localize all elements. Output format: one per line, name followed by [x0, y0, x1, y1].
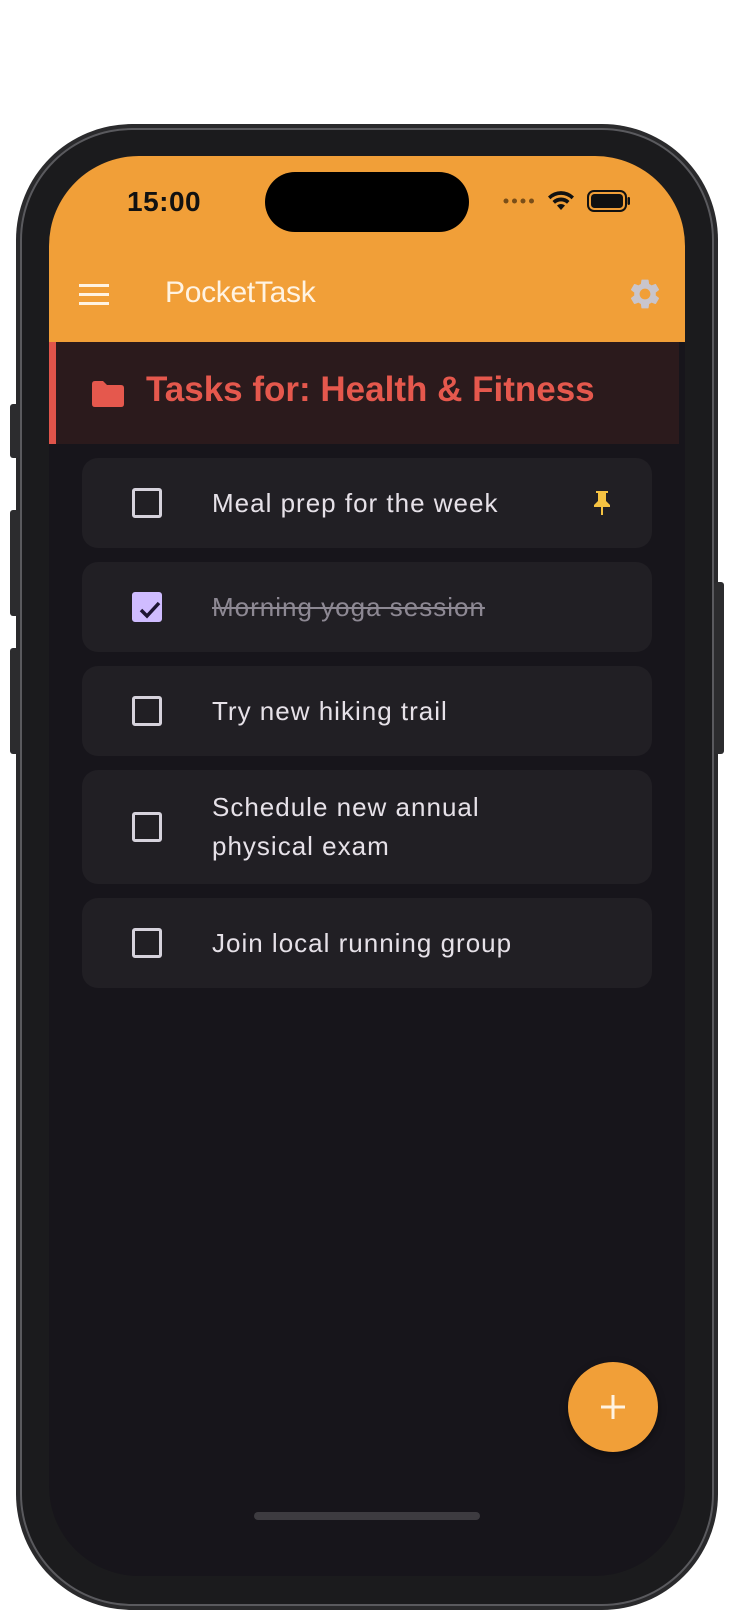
task-item[interactable]: Try new hiking trail: [82, 666, 652, 756]
side-button-power: [714, 582, 724, 754]
task-text: Meal prep for the week: [212, 487, 499, 518]
signal-dots-icon: [503, 198, 534, 204]
folder-icon: [92, 381, 124, 407]
status-bar: 15:00: [49, 156, 685, 252]
task-checkbox-checked[interactable]: [132, 592, 162, 622]
wifi-icon: [548, 191, 574, 210]
task-checkbox[interactable]: [132, 696, 162, 726]
side-button-volume-down: [10, 648, 20, 754]
task-text: Join local running group: [212, 927, 513, 958]
plus-icon: [601, 1395, 625, 1419]
task-text: Schedule new annual physical exam: [212, 792, 480, 861]
add-task-button[interactable]: [568, 1362, 658, 1452]
task-text: Try new hiking trail: [212, 695, 448, 726]
side-button-volume-up: [10, 510, 20, 616]
dynamic-island: [265, 172, 469, 232]
checkmark-icon: [139, 601, 161, 619]
task-text: Morning yoga session: [212, 591, 485, 622]
gear-icon[interactable]: [627, 276, 663, 312]
app-screen: 15:00 PocketTask Tasks for: Health & Fit…: [49, 156, 685, 1576]
category-title: Tasks for: Health & Fitness: [146, 370, 595, 409]
app-title: PocketTask: [165, 276, 316, 309]
task-item[interactable]: Join local running group: [82, 898, 652, 988]
task-checkbox[interactable]: [132, 812, 162, 842]
task-list: Meal prep for the week Morning yoga sess…: [82, 458, 652, 1002]
task-checkbox[interactable]: [132, 488, 162, 518]
pin-icon[interactable]: [592, 490, 612, 516]
home-indicator[interactable]: [254, 1512, 480, 1520]
task-item[interactable]: Meal prep for the week: [82, 458, 652, 548]
app-bar: PocketTask: [49, 252, 685, 342]
task-item[interactable]: Schedule new annual physical exam: [82, 770, 652, 884]
status-time: 15:00: [127, 186, 202, 217]
task-item[interactable]: Morning yoga session: [82, 562, 652, 652]
task-checkbox[interactable]: [132, 928, 162, 958]
side-button-action: [10, 404, 20, 458]
battery-icon: [587, 190, 630, 212]
hamburger-menu-icon[interactable]: [79, 282, 111, 308]
category-header: Tasks for: Health & Fitness: [49, 342, 679, 444]
status-icons: [503, 190, 631, 212]
